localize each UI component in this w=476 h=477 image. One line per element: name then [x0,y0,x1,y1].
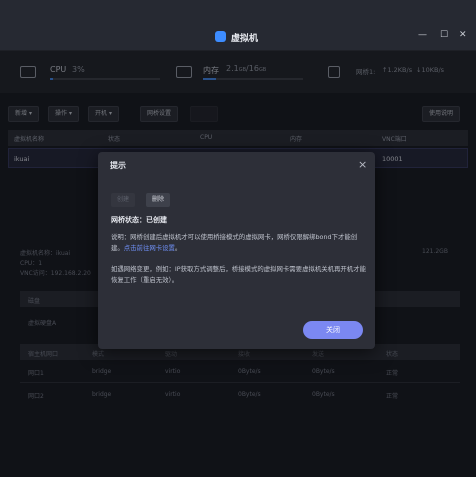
close-window-icon[interactable]: ✕ [459,30,467,40]
minimize-icon[interactable]: — [418,30,427,40]
close-icon[interactable]: × [358,158,367,171]
dialog-network-note: 如遇网络变更，例如：IP获取方式调整后，桥接模式的虚拟网卡需要虚拟机关机再开机才… [111,265,366,284]
bridge-status: 网桥状态：已创建 [111,216,167,224]
dialog-title: 提示 [110,161,126,170]
dialog-description: 说明：网桥创建后虚拟机才可以使用桥接模式的虚拟网卡，网桥仅限解绑bond下才能创… [111,232,367,254]
maximize-icon[interactable]: ☐ [440,30,448,40]
description-end: 。 [174,244,182,252]
window-title: 虚拟机 [231,34,259,44]
delete-bridge-button[interactable]: 删除 [146,193,171,207]
vm-app-icon [215,31,226,42]
nic-settings-link[interactable]: 点击前往网卡设置 [124,244,175,252]
create-bridge-button: 创建 [111,193,136,207]
dialog-close-button[interactable]: 关闭 [303,321,363,339]
